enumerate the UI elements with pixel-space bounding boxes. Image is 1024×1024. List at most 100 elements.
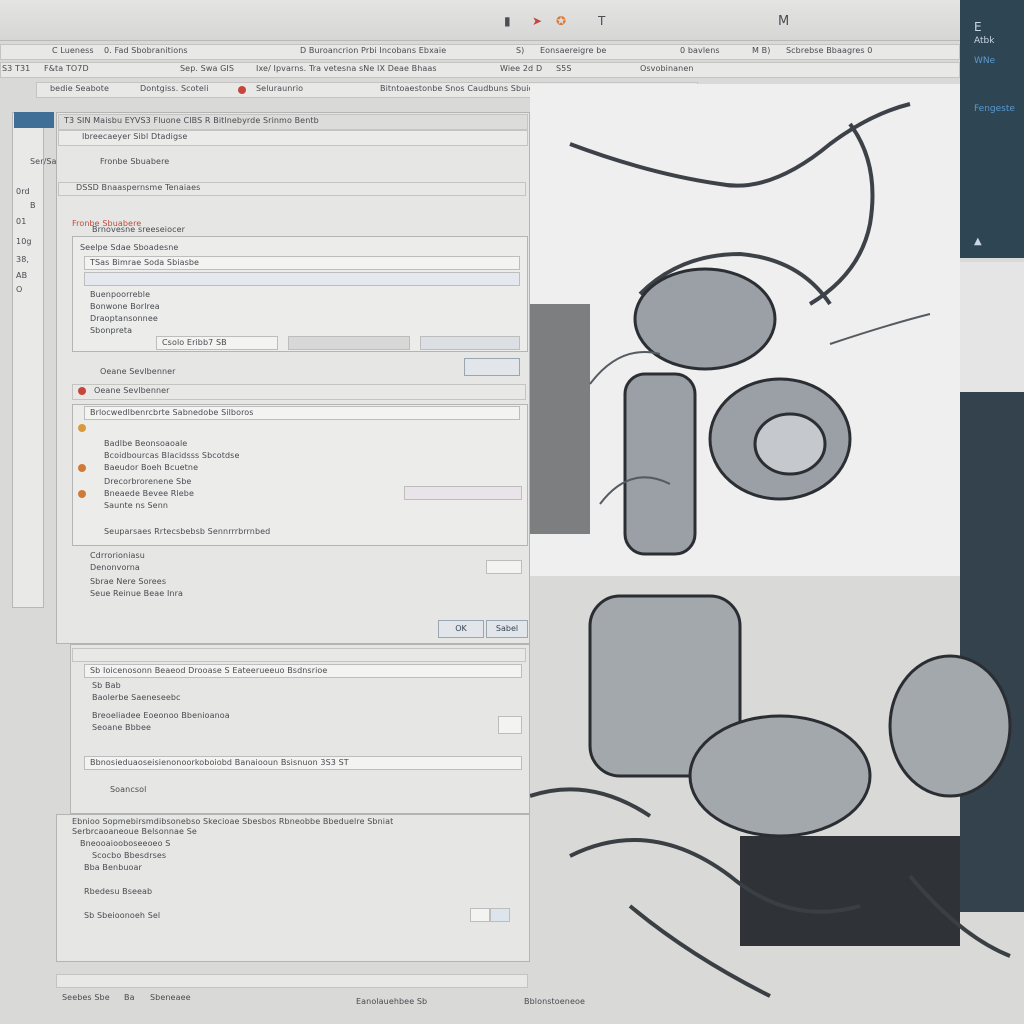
menu-item[interactable]: Scbrebse Bbaagres 0 (786, 45, 873, 57)
sidebar-header-tab[interactable] (14, 112, 54, 128)
group-label: Oeane Sevlbenner (94, 386, 170, 395)
sidebar-item[interactable]: AB (16, 270, 27, 282)
option-item[interactable]: Seluraunrio (256, 83, 303, 95)
lower-row[interactable]: Baolerbe Saeneseebc (92, 692, 181, 704)
bottom-row[interactable]: Sb Sbeioonoeh Sel (84, 910, 160, 922)
cursor-icon[interactable]: ➤ (532, 14, 542, 28)
menu-item[interactable]: 0. Fad Sbobranitions (104, 45, 188, 57)
option-row[interactable]: Denonvorna (90, 562, 140, 574)
sidebar-item[interactable]: 0rd (16, 186, 30, 198)
bottom-row[interactable]: Bba Benbuoar (84, 862, 142, 874)
bottom-btn-b[interactable] (490, 908, 510, 922)
lower-row[interactable]: Breoeliadee Eoeonoo Bbenioanoa (92, 710, 230, 722)
sidebar-item[interactable]: 01 (16, 216, 26, 228)
status-bar (56, 974, 528, 988)
menu-item[interactable]: S) (516, 45, 524, 57)
main-window-header: T3 SIN Maisbu EYVS3 Fluone CIBS R Bitlne… (64, 116, 319, 125)
check-item[interactable]: Baeudor Boeh Bcuetne (104, 462, 198, 474)
check-item[interactable]: Bneaede Bevee Rlebe (104, 488, 194, 500)
tertiary-input[interactable] (420, 336, 520, 350)
record-icon[interactable] (238, 86, 246, 94)
ok-button[interactable]: OK (438, 620, 484, 638)
bottom-row[interactable]: Rbedesu Bseeab (84, 886, 152, 898)
warning-icon (78, 387, 86, 395)
menu-item[interactable]: C Lueness (52, 45, 94, 57)
lower-row[interactable]: Sb Bab (92, 680, 121, 692)
apply-button[interactable] (464, 358, 520, 376)
section-label: Fronbe Sbuabere (100, 157, 170, 166)
arrow-icon[interactable]: ▲ (974, 236, 982, 247)
toolbar-row (0, 62, 960, 78)
star-icon (78, 424, 86, 432)
list-line: Bonwone Borlrea (90, 302, 160, 311)
status-item: Sbeneaee (150, 993, 191, 1002)
dropdown-value: TSas Bimrae Soda Sbiasbe (90, 258, 200, 267)
sidebar-item[interactable]: 38, (16, 254, 29, 266)
option-item[interactable]: Dontgiss. Scoteli (140, 83, 209, 95)
group-title: Brlocwedlbenrcbrte Sabnedobe Silboros (90, 408, 254, 417)
alert-icon (78, 464, 86, 472)
toolbar-item[interactable]: Osvobinanen (640, 63, 694, 75)
option-row[interactable]: Seue Reinue Beae Inra (90, 588, 183, 600)
bottom-row[interactable]: Scocbo Bbesdrses (92, 850, 166, 862)
sidebar-item[interactable]: O (16, 284, 22, 296)
menu-item[interactable]: D Buroancrion Prbi Incobans Ebxaie (300, 45, 446, 57)
option-row[interactable]: Cdrrorioniasu (90, 550, 145, 562)
check-item[interactable]: Bcoidbourcas Blacidsss Sbcotdse (104, 450, 239, 462)
option-item[interactable]: bedie Seabote (50, 83, 109, 95)
lower-group-header: Bbnosieduaoseisienonoorkoboiobd Banaioou… (90, 758, 349, 767)
robot-artwork (569, 102, 931, 556)
value-input-text: Csolo Eribb7 SB (162, 338, 227, 347)
sidebar-item[interactable]: 10g (16, 236, 32, 248)
text-icon[interactable]: T (598, 14, 605, 28)
status-right: Bblonstoeneoe (524, 997, 585, 1006)
option-row[interactable]: Sbrae Nere Sorees (90, 576, 166, 588)
toolbar-item[interactable]: S5S (556, 63, 572, 75)
app-title: M (778, 14, 790, 29)
lower-window-titlebar (72, 648, 526, 662)
menu-item[interactable]: Eonsaereigre be (540, 45, 606, 57)
check-item[interactable]: Saunte ns Senn (104, 500, 168, 512)
toolbar-item[interactable]: Sep. Swa GIS (180, 63, 234, 75)
cancel-button[interactable]: Sabel (486, 620, 528, 638)
dropdown-select-2[interactable] (84, 272, 520, 286)
lower-group-row[interactable]: Soancsol (110, 784, 146, 796)
toolbar-item[interactable]: S3 T31 (2, 63, 30, 75)
status-center: Eanolauehbee Sb (356, 997, 428, 1006)
list-line: Draoptansonnee (90, 314, 158, 323)
status-item: Seebes Sbe (62, 993, 110, 1002)
panel-icon[interactable]: E (974, 20, 982, 34)
footer-line: Seuparsaes Rrtecsbebsb Sennrrrbrrnbed (104, 527, 271, 536)
lower-row[interactable]: Seoane Bbbee (92, 722, 151, 734)
toolbar-item[interactable]: Ixe/ Ipvarns. Tra vetesna sNe IX Deae Bh… (256, 63, 437, 75)
right-panel-gap (960, 262, 1024, 392)
lower-header: Sb Ioicenosonn Beaeod Drooase S Eateerue… (90, 666, 328, 675)
color-wheel-icon[interactable]: ✪ (556, 14, 566, 28)
lower-checkbox[interactable] (498, 716, 522, 734)
bottom-row[interactable]: Bneooaiooboseeoeo S (80, 838, 170, 850)
panel-item[interactable]: Fengeste (974, 104, 1015, 114)
status-item: Ba (124, 993, 135, 1002)
toolbar-item[interactable]: D (536, 63, 542, 75)
sidebar-item[interactable]: B (30, 200, 36, 212)
toolbar-item[interactable]: F&ta TO7D (44, 63, 89, 75)
menu-bar: ▮ ➤ ✪ T M (0, 0, 960, 41)
bottom-btn-a[interactable] (470, 908, 490, 922)
check-item[interactable]: Badlbe Beonsoaoale (104, 438, 187, 450)
secondary-input[interactable] (288, 336, 410, 350)
toolbar-item[interactable]: Wiee 2d (500, 63, 533, 75)
tab-label[interactable]: Ibreecaeyer Sibl Dtadigse (82, 131, 187, 143)
bottom-row[interactable]: Serbrcaoaneoue Belsonnae Se (72, 826, 197, 838)
panel-sublabel: Brnovesne sreeseiocer (92, 225, 186, 234)
section-title: DSSD Bnaaspernsme Tenaiaes (76, 183, 201, 192)
panel-item[interactable]: Atbk (974, 36, 994, 46)
small-input[interactable] (486, 560, 522, 574)
check-item[interactable]: Drecorbrorenene Sbe (104, 476, 191, 488)
document-icon[interactable]: ▮ (504, 14, 511, 28)
menu-item[interactable]: 0 bavlens (680, 45, 720, 57)
image-canvas (530, 84, 960, 576)
panel-item[interactable]: WNe (974, 56, 995, 66)
detail-field[interactable] (404, 486, 522, 500)
menu-item[interactable]: M B) (752, 45, 770, 57)
robot-lower-artwork (530, 594, 1012, 998)
